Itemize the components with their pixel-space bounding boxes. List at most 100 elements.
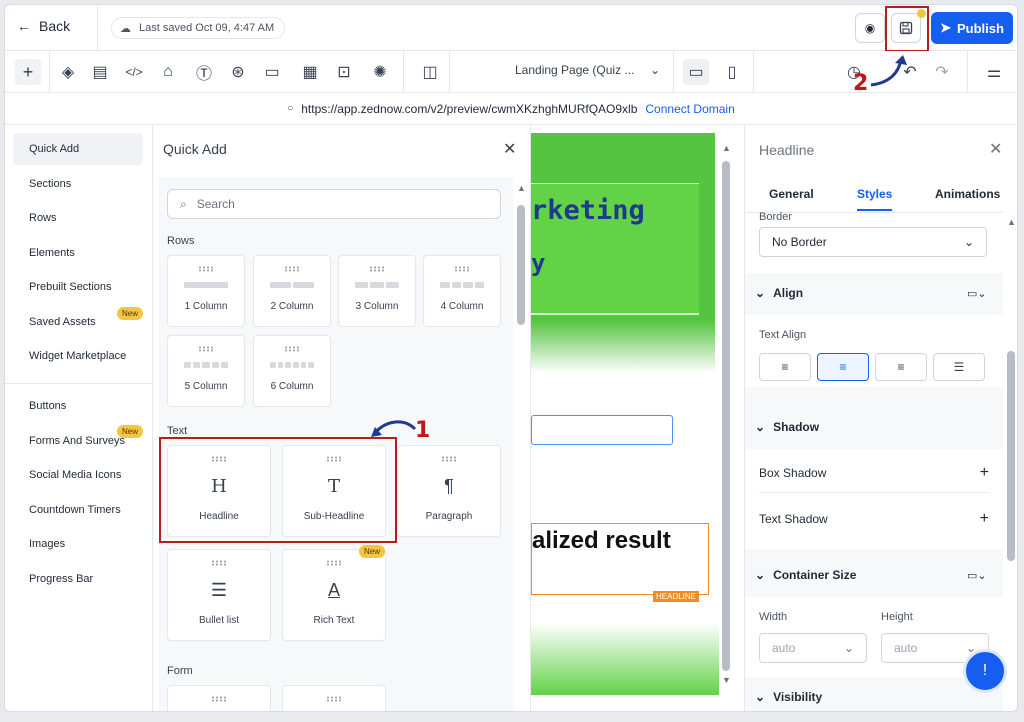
container-size-section-header[interactable]: ⌄ Container Size ▭⌄ — [745, 555, 1003, 595]
scroll-up-icon: ▲ — [517, 183, 526, 193]
annotation-step-1: 1 — [415, 418, 431, 443]
paragraph-card[interactable]: ¶ Paragraph — [397, 445, 501, 537]
form-card[interactable] — [282, 685, 386, 711]
sidebar-item-countdown-timers[interactable]: Countdown Timers — [13, 494, 143, 526]
properties-scrollbar[interactable]: ▲ — [1005, 215, 1017, 705]
close-icon[interactable]: ✕ — [989, 139, 1002, 159]
chat-support-icon[interactable]: ! — [963, 649, 1007, 693]
page-select[interactable]: Landing Page (Quiz ... ⌄ — [515, 63, 660, 77]
sidebar-item-elements[interactable]: Elements — [13, 237, 143, 269]
form-icon[interactable]: ▦ — [297, 59, 323, 85]
preview-button[interactable]: ◉ — [855, 13, 885, 43]
close-icon[interactable]: ✕ — [503, 139, 516, 159]
sidebar-item-social-media-icons[interactable]: Social Media Icons — [13, 459, 143, 491]
border-select[interactable]: No Border ⌄ — [759, 227, 987, 257]
hero-subheading[interactable]: y — [531, 249, 545, 277]
back-button[interactable]: ← Back — [17, 18, 70, 34]
app-window: ← Back ☁ Last saved Oct 09, 4:47 AM ◉ ➤ … — [4, 4, 1018, 712]
height-value: auto — [894, 641, 918, 655]
plus-icon[interactable]: + — [980, 464, 989, 482]
shadow-section-header[interactable]: ⌄ Shadow — [745, 407, 1003, 447]
search-input[interactable]: ⌕ Search — [167, 189, 501, 219]
layout-icon[interactable]: ▭ — [259, 59, 285, 85]
plus-icon[interactable]: + — [980, 510, 989, 528]
card-label: 5 Column — [184, 381, 228, 392]
align-center-button[interactable]: ≡ — [817, 353, 869, 381]
settings-sliders-icon[interactable]: ⚌ — [981, 59, 1007, 85]
chevron-down-icon: ⌄ — [649, 63, 660, 77]
row-2-column-card[interactable]: 2 Column — [253, 255, 331, 327]
box-shadow-label: Box Shadow — [759, 465, 827, 480]
visibility-section-header[interactable]: ⌄ Visibility — [745, 677, 1003, 711]
shapes-icon[interactable]: ⊛ — [225, 59, 251, 85]
chevron-down-icon: ⌄ — [963, 235, 974, 249]
align-left-button[interactable]: ≡ — [759, 353, 811, 381]
preview-url[interactable]: https://app.zednow.com/v2/preview/cwmXKz… — [301, 102, 637, 116]
row-1-column-card[interactable]: 1 Column — [167, 255, 245, 327]
brush-icon[interactable]: ⌂ — [155, 59, 181, 85]
text-icon[interactable]: Ⓣ — [191, 59, 217, 85]
desktop-icon[interactable]: ▭ — [683, 59, 709, 85]
annotation-step-2: 2 — [853, 71, 869, 96]
tab-animations[interactable]: Animations — [935, 187, 1000, 201]
page-icon[interactable]: ▤ — [87, 59, 113, 85]
width-input[interactable]: auto ⌄ — [759, 633, 867, 663]
text-shadow-row[interactable]: Text Shadow + — [759, 499, 989, 539]
box-shadow-row[interactable]: Box Shadow + — [759, 453, 989, 493]
form-card[interactable] — [167, 685, 271, 711]
sidebar-item-progress-bar[interactable]: Progress Bar — [13, 563, 143, 595]
palette-icon[interactable]: ✺ — [367, 59, 393, 85]
sidebar-item-sections[interactable]: Sections — [13, 168, 143, 200]
row-6-column-card[interactable]: 6 Column — [253, 335, 331, 407]
sidebar-item-prebuilt-sections[interactable]: Prebuilt Sections — [13, 271, 143, 303]
sidebar-item-rows[interactable]: Rows — [13, 202, 143, 234]
hero-heading[interactable]: rketing — [531, 195, 645, 226]
tab-general[interactable]: General — [769, 187, 814, 201]
align-center-icon: ≡ — [839, 360, 847, 374]
connect-domain-link[interactable]: Connect Domain — [645, 102, 734, 116]
drag-handle-icon — [211, 560, 227, 566]
columns-icon[interactable]: ◫ — [417, 59, 443, 85]
align-right-button[interactable]: ≡ — [875, 353, 927, 381]
desktop-icon[interactable]: ▭⌄ — [967, 287, 987, 300]
sidebar-item-images[interactable]: Images — [13, 528, 143, 560]
layers-icon[interactable]: ◈ — [55, 59, 81, 85]
row-3-column-card[interactable]: 3 Column — [338, 255, 416, 327]
card-label: 2 Column — [270, 301, 314, 312]
search-placeholder: Search — [196, 197, 235, 211]
scrollbar-thumb[interactable] — [1007, 351, 1015, 561]
selected-headline[interactable]: alized result — [531, 523, 709, 595]
desktop-icon[interactable]: ▭⌄ — [967, 569, 987, 582]
sidebar-item-label: Images — [29, 538, 66, 550]
rich-text-card[interactable]: A Rich Text — [282, 549, 386, 641]
align-justify-button[interactable]: ☰ — [933, 353, 985, 381]
mobile-icon[interactable]: ▯ — [719, 59, 745, 85]
tab-styles[interactable]: Styles — [857, 187, 893, 211]
sidebar-item-buttons[interactable]: Buttons — [13, 390, 143, 422]
redo-icon[interactable]: ↷ — [929, 59, 955, 85]
eye-icon: ◉ — [864, 21, 876, 35]
divider — [49, 51, 50, 93]
canvas-input-field[interactable] — [531, 415, 673, 445]
publish-button[interactable]: ➤ Publish — [931, 12, 1013, 44]
quick-add-scrollbar[interactable]: ▲ — [515, 177, 527, 711]
status-circle-icon: ○ — [287, 103, 294, 114]
row-5-column-card[interactable]: 5 Column — [167, 335, 245, 407]
properties-panel: Headline ✕ General Styles Animations Bor… — [745, 125, 1017, 711]
left-sidebar: Quick Add Sections Rows Elements Prebuil… — [5, 125, 153, 711]
plus-icon[interactable]: + — [15, 59, 41, 85]
text-align-label: Text Align — [759, 329, 807, 341]
sidebar-item-quick-add[interactable]: Quick Add — [13, 133, 143, 165]
align-section-header[interactable]: ⌄ Align ▭⌄ — [745, 273, 1003, 313]
code-icon[interactable]: </> — [121, 59, 147, 85]
canvas-scrollbar[interactable]: ▲ ▼ — [719, 137, 733, 693]
row-4-column-card[interactable]: 4 Column — [423, 255, 501, 327]
bullet-list-card[interactable]: ☰ Bullet list — [167, 549, 271, 641]
last-saved-badge: ☁ Last saved Oct 09, 4:47 AM — [111, 17, 286, 39]
scrollbar-thumb[interactable] — [517, 205, 525, 325]
drag-handle-icon — [326, 696, 342, 702]
scrollbar-thumb[interactable] — [722, 161, 730, 671]
sidebar-item-widget-marketplace[interactable]: Widget Marketplace — [13, 340, 143, 372]
chevron-down-icon: ⌄ — [755, 420, 766, 434]
terminal-icon[interactable]: ⊡ — [331, 59, 357, 85]
